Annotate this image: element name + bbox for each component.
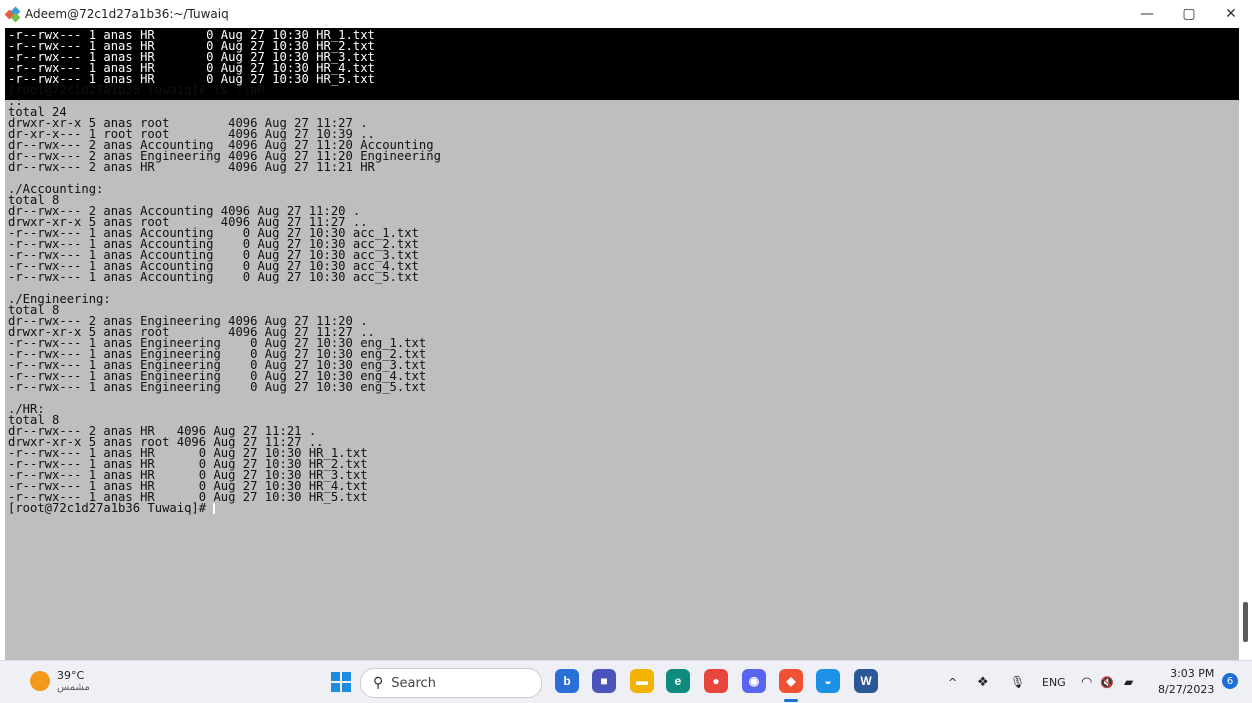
microphone-icon[interactable]: 🎙 — [1010, 661, 1025, 703]
taskbar-app-docker-icon[interactable]: ◒ — [816, 669, 840, 693]
search-placeholder: Search — [391, 675, 436, 691]
sun-icon — [30, 671, 50, 691]
prompt-line[interactable]: [root@72c1d27a1b36 Tuwaiq]# — [8, 501, 216, 515]
start-button[interactable] — [331, 672, 351, 692]
volume-icon[interactable]: 🔇 — [1100, 661, 1114, 703]
vertical-scrollbar[interactable] — [1239, 28, 1252, 660]
taskbar: 39°C مشمس ⚲ Search ^ ❖ 🎙 ENG ◠ 🔇 ▰ 3:03 … — [0, 660, 1252, 703]
clock-date: 8/27/2023 — [1158, 683, 1215, 696]
taskbar-app-discord-icon[interactable]: ◉ — [742, 669, 766, 693]
terminal-app-icon — [4, 6, 21, 23]
shell-prompt: [root@72c1d27a1b36 Tuwaiq]# — [8, 501, 214, 515]
scrollbar-thumb[interactable] — [1243, 602, 1248, 642]
window-title: Adeem@72c1d27a1b36:~/Tuwaiq — [25, 7, 229, 21]
taskbar-app-bing-chat-icon[interactable]: b — [555, 669, 579, 693]
taskbar-app-word-icon[interactable]: W — [854, 669, 878, 693]
battery-icon[interactable]: ▰ — [1124, 661, 1133, 703]
taskbar-app-git-bash-icon[interactable]: ◆ — [779, 669, 803, 693]
output-line: -r--rwx--- 1 anas Engineering 0 Aug 27 1… — [8, 380, 427, 394]
taskbar-app-edge-icon[interactable]: e — [666, 669, 690, 693]
taskbar-search[interactable]: ⚲ Search — [360, 668, 542, 698]
weather-temp: 39°C — [57, 669, 85, 682]
clock-time: 3:03 PM — [1170, 667, 1215, 680]
dropbox-icon[interactable]: ❖ — [977, 661, 989, 703]
weather-condition: مشمس — [57, 682, 90, 693]
tray-overflow-chevron-icon[interactable]: ^ — [948, 661, 957, 703]
system-clock[interactable]: 3:03 PM 8/27/2023 — [1158, 666, 1214, 698]
maximize-button[interactable]: ▢ — [1168, 0, 1210, 28]
output-line: dr--rwx--- 2 anas HR 4096 Aug 27 11:21 H… — [8, 160, 375, 174]
taskbar-app-file-explorer-icon[interactable]: ▬ — [630, 669, 654, 693]
weather-widget[interactable]: 39°C مشمس — [30, 669, 90, 693]
terminal-output[interactable]: -r--rwx--- 1 anas HR 0 Aug 27 10:30 HR_1… — [5, 28, 1239, 660]
wifi-icon[interactable]: ◠ — [1081, 661, 1092, 703]
title-bar: Adeem@72c1d27a1b36:~/Tuwaiq — ▢ ✕ — [0, 0, 1252, 28]
taskbar-app-meet-icon[interactable]: ■ — [592, 669, 616, 693]
command-line: [root@72c1d27a1b36 Tuwaiq]# ls -laR — [8, 83, 265, 97]
taskbar-app-chrome-icon[interactable]: ● — [704, 669, 728, 693]
minimize-button[interactable]: — — [1126, 0, 1168, 28]
windows-logo-icon — [331, 672, 340, 681]
output-line: -r--rwx--- 1 anas Accounting 0 Aug 27 10… — [8, 270, 419, 284]
close-button[interactable]: ✕ — [1210, 0, 1252, 28]
search-icon: ⚲ — [373, 675, 384, 691]
language-indicator[interactable]: ENG — [1042, 661, 1066, 703]
text-cursor — [213, 503, 216, 514]
notification-badge[interactable]: 6 — [1222, 673, 1238, 689]
